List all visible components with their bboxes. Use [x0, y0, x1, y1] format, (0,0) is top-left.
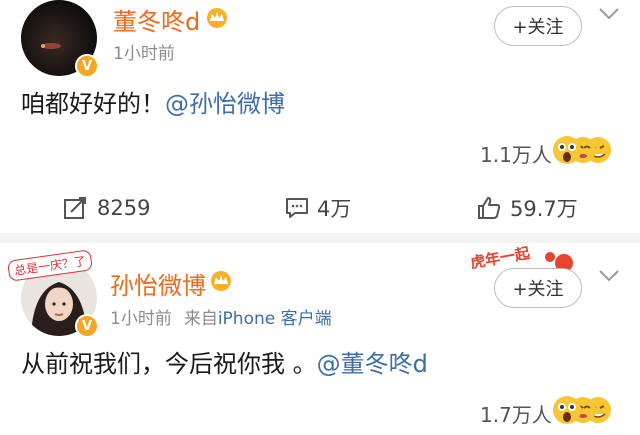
chevron-down-icon[interactable]	[598, 7, 620, 21]
crown-icon	[211, 271, 231, 291]
chevron-down-icon[interactable]	[598, 269, 620, 283]
post-time: 1小时前	[113, 44, 175, 64]
like-button[interactable]: 59.7万	[476, 183, 578, 233]
reaction-emojis-icon[interactable]	[552, 393, 614, 427]
post-meta: 1小时前 来自iPhone 客户端	[110, 304, 332, 329]
username[interactable]: 董冬咚d	[113, 2, 200, 37]
weibo-post: V 总是一庆？了 孙怡微博 1小时前 来自iPhone 客户端 虎年一起 +关注 …	[0, 243, 640, 435]
comment-count: 4万	[317, 197, 352, 221]
reaction-count: 1.1万人	[480, 143, 552, 167]
post-source-label: 来自	[183, 309, 218, 329]
like-count: 59.7万	[510, 197, 578, 221]
post-content: 从前祝我们，今后祝你我 。@董冬咚d	[21, 344, 428, 379]
user-avatar[interactable]: V	[21, 0, 99, 78]
mention-link[interactable]: @孙怡微博	[165, 90, 285, 118]
post-divider	[0, 233, 640, 243]
crown-icon	[207, 8, 227, 28]
repost-count: 8259	[97, 196, 151, 220]
mention-link[interactable]: @董冬咚d	[317, 350, 428, 378]
post-meta: 1小时前	[113, 39, 175, 64]
follow-button[interactable]: +关注	[494, 6, 582, 46]
reaction-count: 1.7万人	[480, 403, 552, 427]
post-time: 1小时前	[110, 309, 172, 329]
post-action-bar: 8259 4万 59.7万	[0, 183, 640, 233]
comment-icon	[286, 198, 308, 218]
post-device-link[interactable]: iPhone 客户端	[218, 309, 332, 329]
repost-button[interactable]: 8259	[63, 183, 150, 233]
repost-icon	[64, 197, 86, 219]
verified-badge-icon: V	[75, 314, 99, 338]
weibo-post: V 董冬咚d 1小时前 +关注 咱都好好的！@孙怡微博 1.1万人	[0, 0, 640, 183]
username[interactable]: 孙怡微博	[110, 266, 206, 301]
thumbs-up-icon	[478, 197, 501, 219]
follow-button[interactable]: +关注	[494, 268, 582, 308]
post-content: 咱都好好的！@孙怡微博	[21, 84, 285, 119]
post-text: 咱都好好的！	[21, 90, 165, 118]
reaction-emojis-icon[interactable]	[552, 133, 614, 167]
post-text: 从前祝我们，今后祝你我 。	[21, 350, 317, 378]
verified-badge-icon: V	[75, 54, 99, 78]
comment-button[interactable]: 4万	[285, 183, 351, 233]
